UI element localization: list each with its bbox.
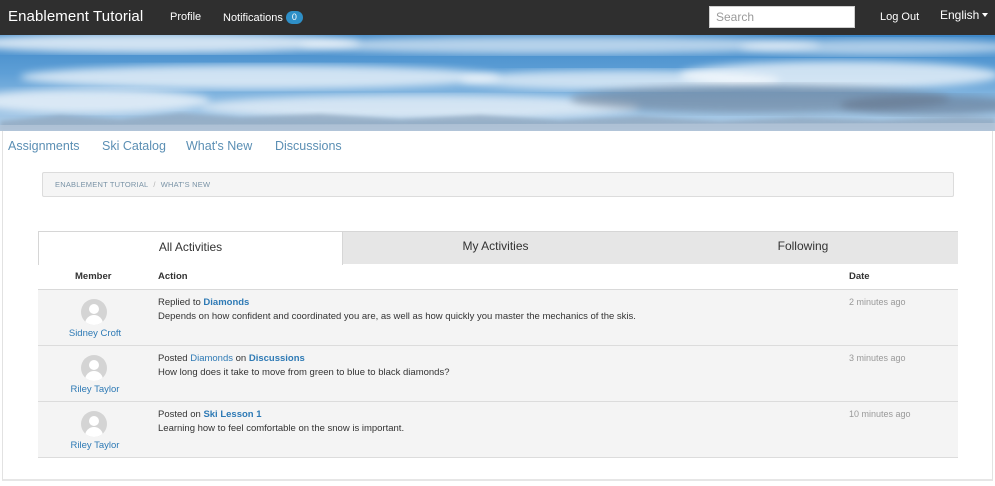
action-line: Replied to Diamonds: [158, 297, 249, 308]
member-name-link[interactable]: Riley Taylor: [38, 440, 152, 451]
nav-whats-new[interactable]: What's New: [186, 139, 252, 153]
logout-link[interactable]: Log Out: [880, 11, 919, 23]
action-detail: Learning how to feel comfortable on the …: [158, 423, 405, 434]
breadcrumb: ENABLEMENT TUTORIAL / WHAT'S NEW: [42, 172, 954, 197]
app-title[interactable]: Enablement Tutorial: [8, 8, 143, 25]
tab-following[interactable]: Following: [648, 231, 958, 264]
action-context-link[interactable]: Discussions: [249, 353, 305, 364]
nav-ski-catalog[interactable]: Ski Catalog: [102, 139, 166, 153]
column-header-member: Member: [75, 271, 112, 282]
caret-down-icon: [982, 13, 989, 17]
action-detail: How long does it take to move from green…: [158, 367, 450, 378]
action-target-link[interactable]: Ski Lesson 1: [203, 409, 261, 420]
avatar-icon[interactable]: [81, 411, 107, 437]
table-row: Riley Taylor Posted on Ski Lesson 1 Lear…: [38, 402, 958, 458]
activity-tabs: All Activities My Activities Following: [38, 231, 958, 265]
search-input[interactable]: [709, 6, 855, 28]
avatar-icon[interactable]: [81, 355, 107, 381]
table-row: Sidney Croft Replied to Diamonds Depends…: [38, 290, 958, 346]
action-line: Posted Diamonds on Discussions: [158, 353, 305, 364]
action-detail: Depends on how confident and coordinated…: [158, 311, 636, 322]
nav-discussions[interactable]: Discussions: [275, 139, 342, 153]
activity-date: 2 minutes ago: [849, 297, 906, 307]
breadcrumb-root[interactable]: ENABLEMENT TUTORIAL: [55, 180, 148, 189]
member-name-link[interactable]: Riley Taylor: [38, 384, 152, 395]
column-header-date: Date: [849, 271, 870, 282]
profile-link[interactable]: Profile: [170, 11, 201, 23]
table-row: Riley Taylor Posted Diamonds on Discussi…: [38, 346, 958, 402]
breadcrumb-separator: /: [153, 180, 156, 189]
action-target-link[interactable]: Diamonds: [190, 353, 233, 364]
top-navbar: Enablement Tutorial Profile Notification…: [0, 0, 995, 35]
breadcrumb-current: WHAT'S NEW: [160, 180, 211, 189]
language-label: English: [940, 8, 980, 22]
column-header-action: Action: [158, 271, 188, 282]
action-verb: Replied to: [158, 297, 201, 308]
sky-banner: [0, 35, 995, 131]
activity-table-header: Member Action Date: [38, 264, 958, 290]
activity-date: 10 minutes ago: [849, 409, 911, 419]
sky-clouds-image: [0, 35, 995, 131]
nav-assignments[interactable]: Assignments: [8, 139, 80, 153]
language-dropdown[interactable]: English: [940, 8, 989, 22]
avatar-icon[interactable]: [81, 299, 107, 325]
action-line: Posted on Ski Lesson 1: [158, 409, 262, 420]
tab-my-activities[interactable]: My Activities: [343, 231, 648, 264]
notifications-badge: 0: [285, 11, 303, 24]
action-verb: Posted on: [158, 409, 201, 420]
activity-date: 3 minutes ago: [849, 353, 906, 363]
tab-all-activities[interactable]: All Activities: [38, 231, 343, 265]
action-connector: on: [235, 353, 247, 364]
notifications-link[interactable]: Notifications 0: [223, 11, 303, 24]
member-name-link[interactable]: Sidney Croft: [38, 328, 152, 339]
action-target-link[interactable]: Diamonds: [203, 297, 249, 308]
notifications-label: Notifications: [223, 12, 283, 24]
action-verb: Posted: [158, 353, 188, 364]
